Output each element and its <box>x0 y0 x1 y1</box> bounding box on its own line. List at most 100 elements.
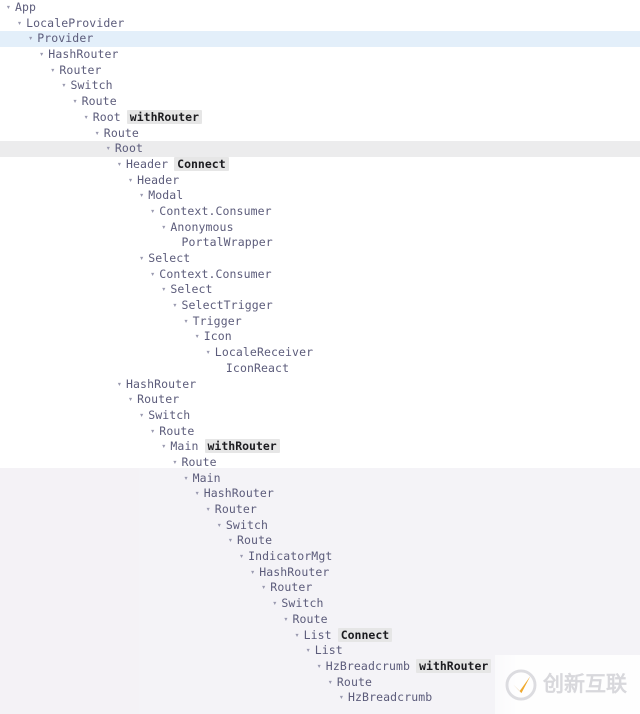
chevron-down-icon[interactable]: ▾ <box>117 376 126 392</box>
tree-row[interactable]: ▾ Route <box>0 126 640 142</box>
tree-row[interactable]: ▾ Select <box>0 251 640 267</box>
chevron-down-icon[interactable]: ▾ <box>150 266 159 282</box>
chevron-down-icon[interactable]: ▾ <box>206 502 215 518</box>
chevron-down-icon[interactable]: ▾ <box>128 392 137 408</box>
chevron-down-icon[interactable]: ▾ <box>150 203 159 219</box>
chevron-down-icon[interactable]: ▾ <box>62 78 71 94</box>
chevron-down-icon[interactable]: ▾ <box>250 564 259 580</box>
tree-row-content: ▾ Main <box>184 471 221 487</box>
component-name: Router <box>137 392 180 407</box>
tree-row[interactable]: ▾ Modal <box>0 188 640 204</box>
tree-row[interactable]: ▾ HashRouter <box>0 486 640 502</box>
tree-row[interactable]: ▾ Trigger <box>0 314 640 330</box>
chevron-down-icon[interactable]: ▾ <box>6 0 15 15</box>
component-name: Route <box>237 533 273 548</box>
tree-row[interactable]: ▾ Main withRouter <box>0 439 640 455</box>
component-name: Route <box>159 423 195 438</box>
chevron-down-icon[interactable]: ▾ <box>139 407 148 423</box>
component-name: Select <box>170 282 213 297</box>
hoc-badge: withRouter <box>204 439 280 454</box>
tree-row[interactable]: ▾ List Connect <box>0 627 640 644</box>
tree-row[interactable]: ▾ Route <box>0 94 640 110</box>
tree-row[interactable]: ▾ Switch <box>0 408 640 424</box>
chevron-down-icon[interactable]: ▾ <box>117 156 126 172</box>
chevron-down-icon[interactable]: ▾ <box>295 627 304 643</box>
chevron-down-icon[interactable]: ▾ <box>306 643 315 659</box>
chevron-down-icon[interactable]: ▾ <box>139 188 148 204</box>
chevron-down-icon[interactable]: ▾ <box>139 251 148 267</box>
chevron-down-icon[interactable]: ▾ <box>28 31 37 47</box>
chevron-down-icon[interactable]: ▾ <box>206 345 215 361</box>
tree-row[interactable]: ▾ Icon <box>0 329 640 345</box>
tree-row[interactable]: ▾ Main <box>0 471 640 487</box>
chevron-down-icon[interactable]: ▾ <box>228 533 237 549</box>
tree-row[interactable]: ▾ Route <box>0 455 640 471</box>
tree-row[interactable]: ▾ Router <box>0 580 640 596</box>
chevron-down-icon[interactable]: ▾ <box>284 611 293 627</box>
chevron-down-icon[interactable]: ▾ <box>161 219 170 235</box>
chevron-down-icon[interactable]: ▾ <box>195 486 204 502</box>
chevron-down-icon[interactable]: ▾ <box>106 141 115 157</box>
tree-row[interactable]: ▾ Anonymous <box>0 220 640 236</box>
tree-row-content: ▾ Switch <box>272 596 323 612</box>
tree-row[interactable]: ▾ Router <box>0 502 640 518</box>
component-name: Route <box>103 125 139 140</box>
tree-row-content: ▾ App <box>6 0 36 16</box>
tree-row[interactable]: ▾ Switch <box>0 596 640 612</box>
tree-row[interactable]: ▾ Header <box>0 173 640 189</box>
tree-row[interactable]: IconReact <box>0 361 640 377</box>
chevron-down-icon[interactable]: ▾ <box>339 690 348 706</box>
tree-row[interactable]: ▾ LocaleProvider <box>0 16 640 32</box>
tree-row[interactable]: ▾ Route <box>0 424 640 440</box>
component-name: Context.Consumer <box>159 266 272 281</box>
chevron-down-icon[interactable]: ▾ <box>328 674 337 690</box>
component-name: LocaleProvider <box>26 15 125 30</box>
tree-row[interactable]: ▾ IndicatorMgt <box>0 549 640 565</box>
tree-row[interactable]: ▾ Root withRouter <box>0 109 640 126</box>
tree-row[interactable]: ▾ App <box>0 0 640 16</box>
chevron-down-icon[interactable]: ▾ <box>161 282 170 298</box>
tree-row[interactable]: ▾ Router <box>0 392 640 408</box>
tree-row[interactable]: ▾ Route <box>0 533 640 549</box>
chevron-down-icon[interactable]: ▾ <box>73 94 82 110</box>
tree-row[interactable]: PortalWrapper <box>0 235 640 251</box>
tree-row[interactable]: ▾ Context.Consumer <box>0 204 640 220</box>
tree-row[interactable]: ▾ Switch <box>0 78 640 94</box>
chevron-down-icon[interactable]: ▾ <box>184 313 193 329</box>
tree-row[interactable]: ▾ Header Connect <box>0 156 640 173</box>
chevron-down-icon[interactable]: ▾ <box>150 423 159 439</box>
tree-row[interactable]: ▾ Provider <box>0 31 640 48</box>
tree-row[interactable]: ▾ LocaleReceiver <box>0 345 640 361</box>
chevron-down-icon[interactable]: ▾ <box>39 47 48 63</box>
tree-row[interactable]: ▾ Switch <box>0 518 640 534</box>
chevron-down-icon[interactable]: ▾ <box>239 549 248 565</box>
component-tree[interactable]: ▾ App ▾ LocaleProvider ▾ Provider ▾ HashRouter ▾… <box>0 0 640 706</box>
chevron-down-icon[interactable]: ▾ <box>95 125 104 141</box>
chevron-down-icon[interactable]: ▾ <box>50 62 59 78</box>
tree-row[interactable]: ▾ Router <box>0 63 640 79</box>
tree-row-content: ▾ Main withRouter <box>161 439 280 455</box>
chevron-down-icon[interactable]: ▾ <box>317 658 326 674</box>
chevron-down-icon[interactable]: ▾ <box>17 15 26 31</box>
chevron-down-icon[interactable]: ▾ <box>217 517 226 533</box>
chevron-down-icon[interactable]: ▾ <box>272 596 281 612</box>
chevron-down-icon[interactable]: ▾ <box>261 580 270 596</box>
tree-row-content: ▾ HashRouter <box>117 377 196 393</box>
tree-row[interactable]: ▾ SelectTrigger <box>0 298 640 314</box>
chevron-down-icon[interactable]: ▾ <box>161 439 170 455</box>
tree-row-content: ▾ Icon <box>195 329 232 345</box>
chevron-down-icon[interactable]: ▾ <box>128 172 137 188</box>
chevron-down-icon[interactable]: ▾ <box>84 109 93 125</box>
tree-row[interactable]: ▾ HashRouter <box>0 377 640 393</box>
tree-row[interactable]: ▾ Context.Consumer <box>0 267 640 283</box>
tree-row[interactable]: ▾ Root <box>0 141 640 157</box>
tree-row-content: IconReact <box>217 361 289 377</box>
chevron-down-icon[interactable]: ▾ <box>184 470 193 486</box>
tree-row[interactable]: ▾ HashRouter <box>0 565 640 581</box>
tree-row[interactable]: ▾ HashRouter <box>0 47 640 63</box>
tree-row[interactable]: ▾ Route <box>0 612 640 628</box>
tree-row[interactable]: ▾ Select <box>0 282 640 298</box>
chevron-down-icon[interactable]: ▾ <box>173 298 182 314</box>
chevron-down-icon[interactable]: ▾ <box>195 329 204 345</box>
chevron-down-icon[interactable]: ▾ <box>173 454 182 470</box>
